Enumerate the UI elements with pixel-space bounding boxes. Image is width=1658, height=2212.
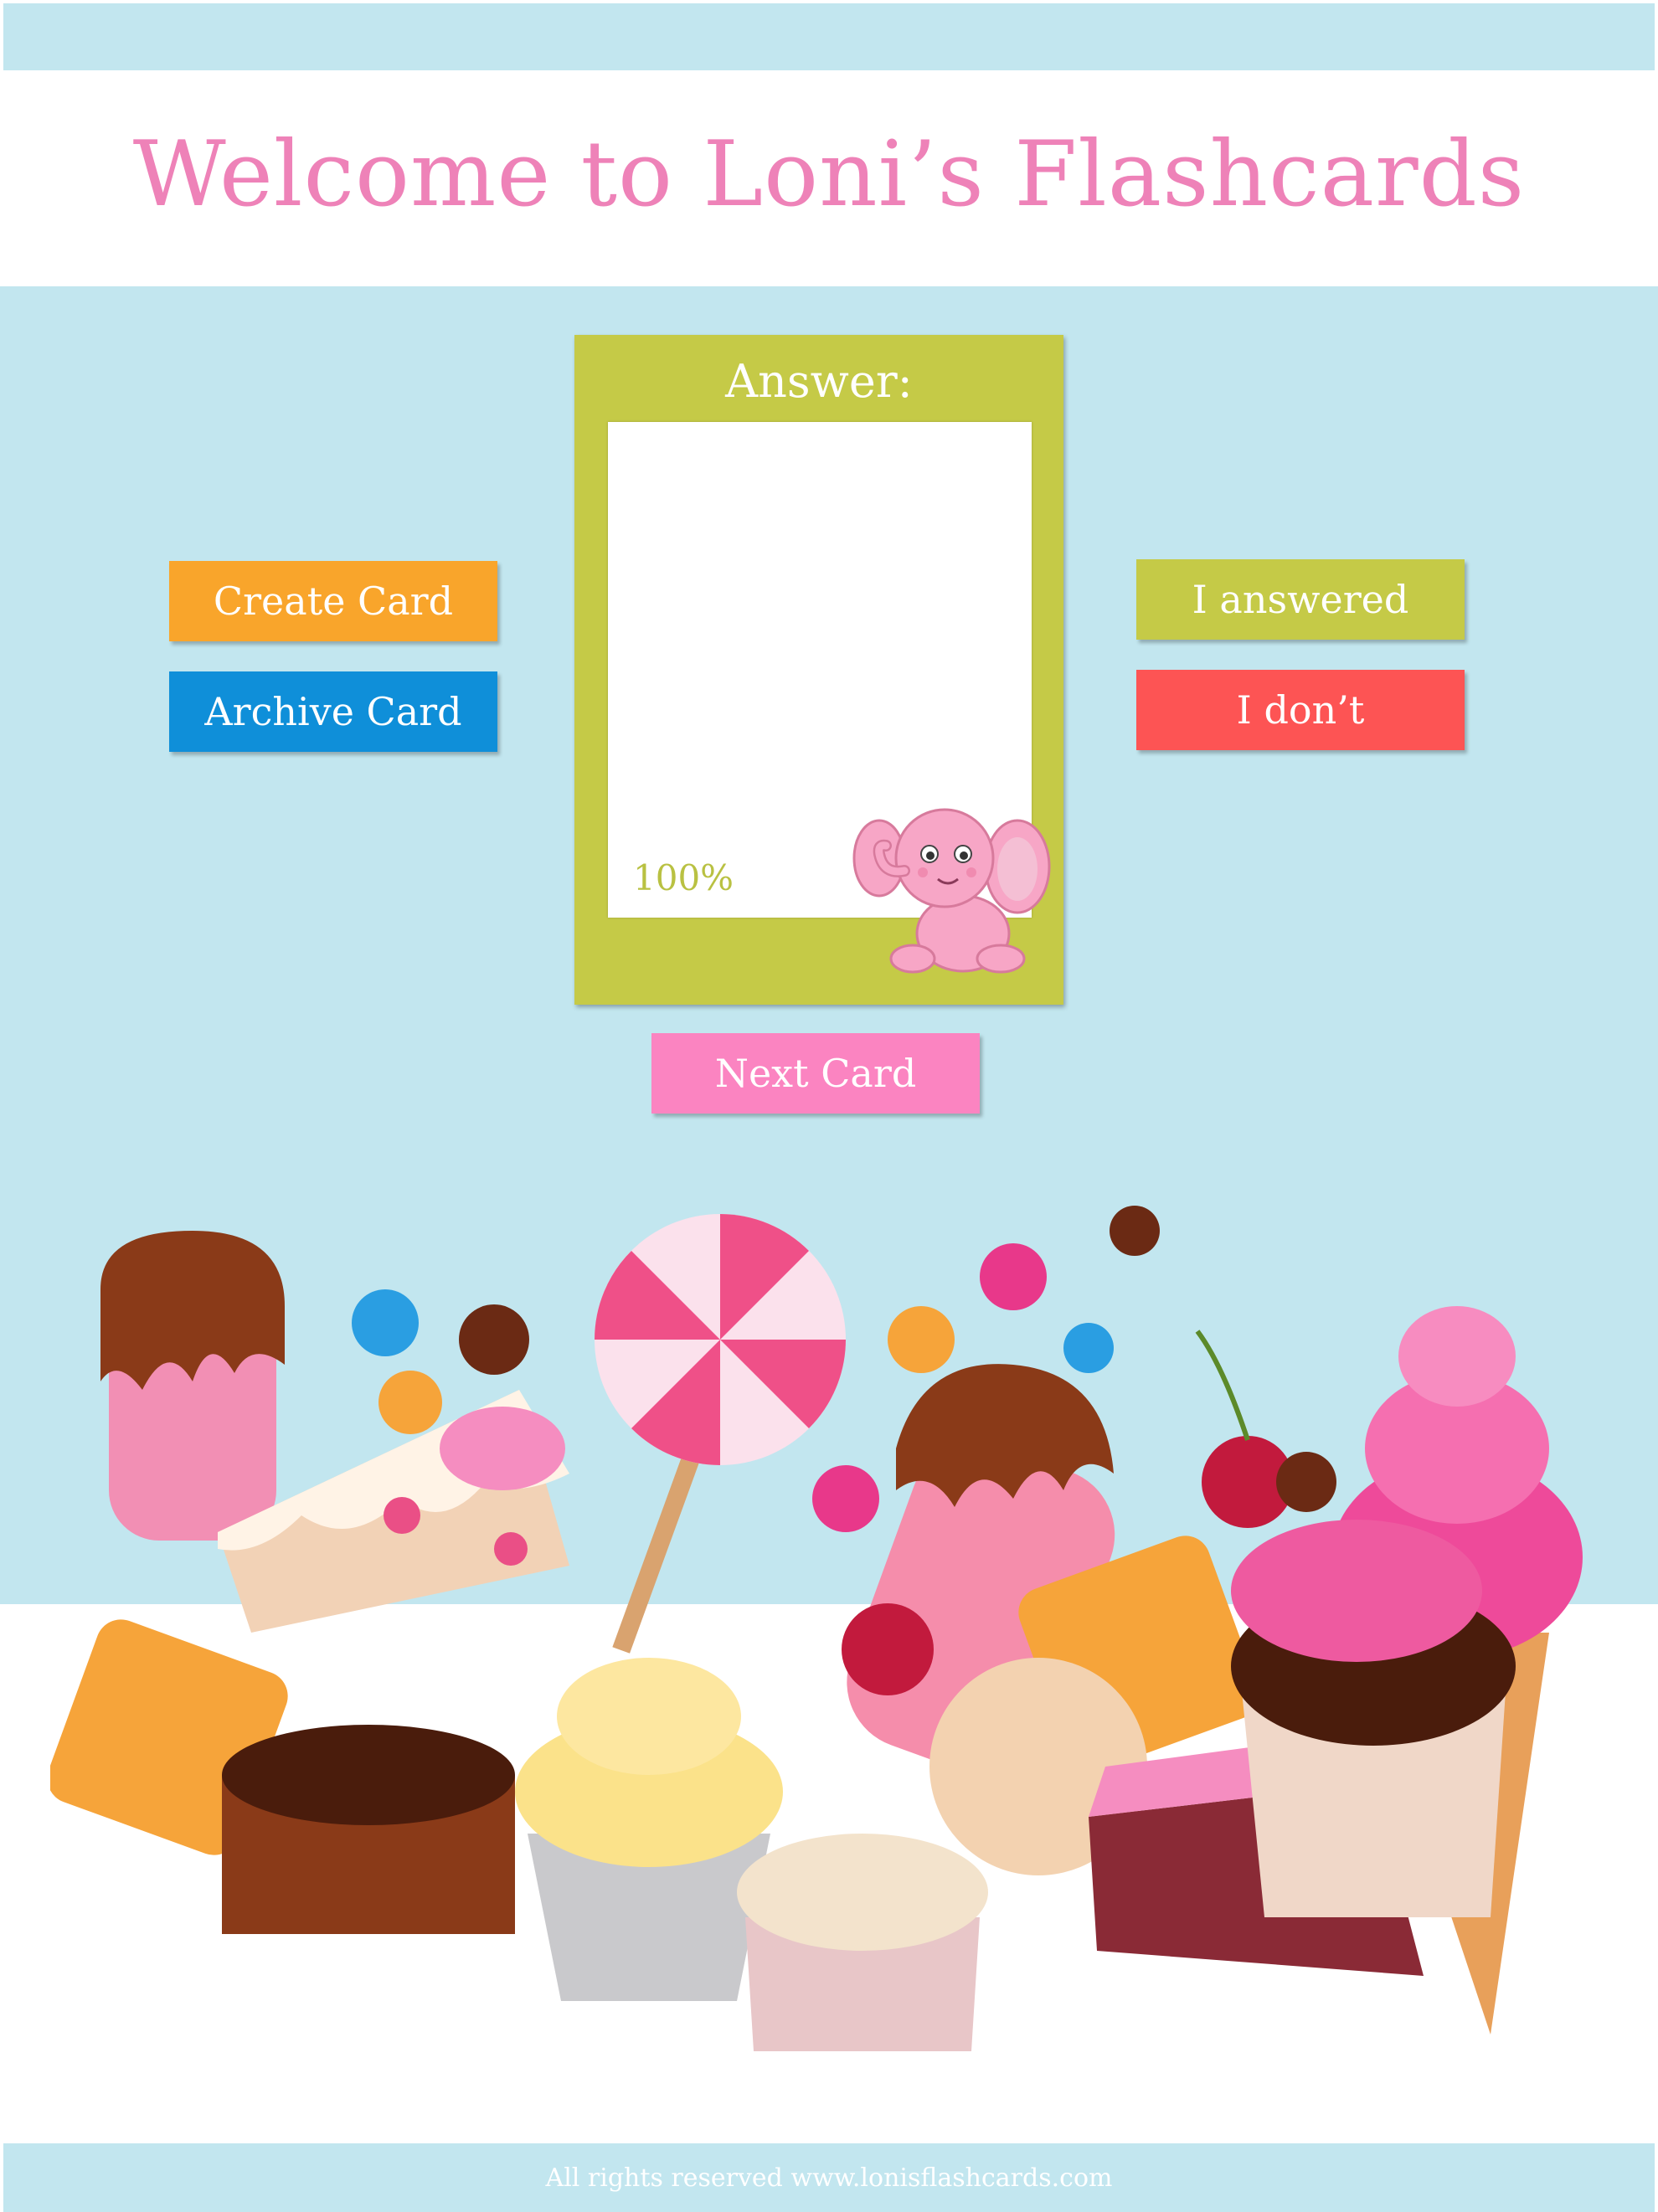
footer-copyright: All rights reserved www.lonisflashcards.…: [545, 2163, 1113, 2193]
create-card-button[interactable]: Create Card: [169, 561, 497, 641]
i-dont-button[interactable]: I don’t: [1136, 670, 1465, 750]
card-progress: 100%: [633, 857, 734, 898]
next-card-button[interactable]: Next Card: [651, 1033, 980, 1114]
i-answered-button[interactable]: I answered: [1136, 559, 1465, 640]
card-side-label: Answer:: [725, 355, 913, 408]
page-title: Welcome to Loni’s Flashcards: [132, 122, 1526, 227]
archive-card-button[interactable]: Archive Card: [169, 671, 497, 752]
top-banner-strip: [3, 3, 1655, 70]
elephant-mascot-icon: [852, 808, 1051, 974]
sweets-illustration: [50, 1206, 1583, 2051]
